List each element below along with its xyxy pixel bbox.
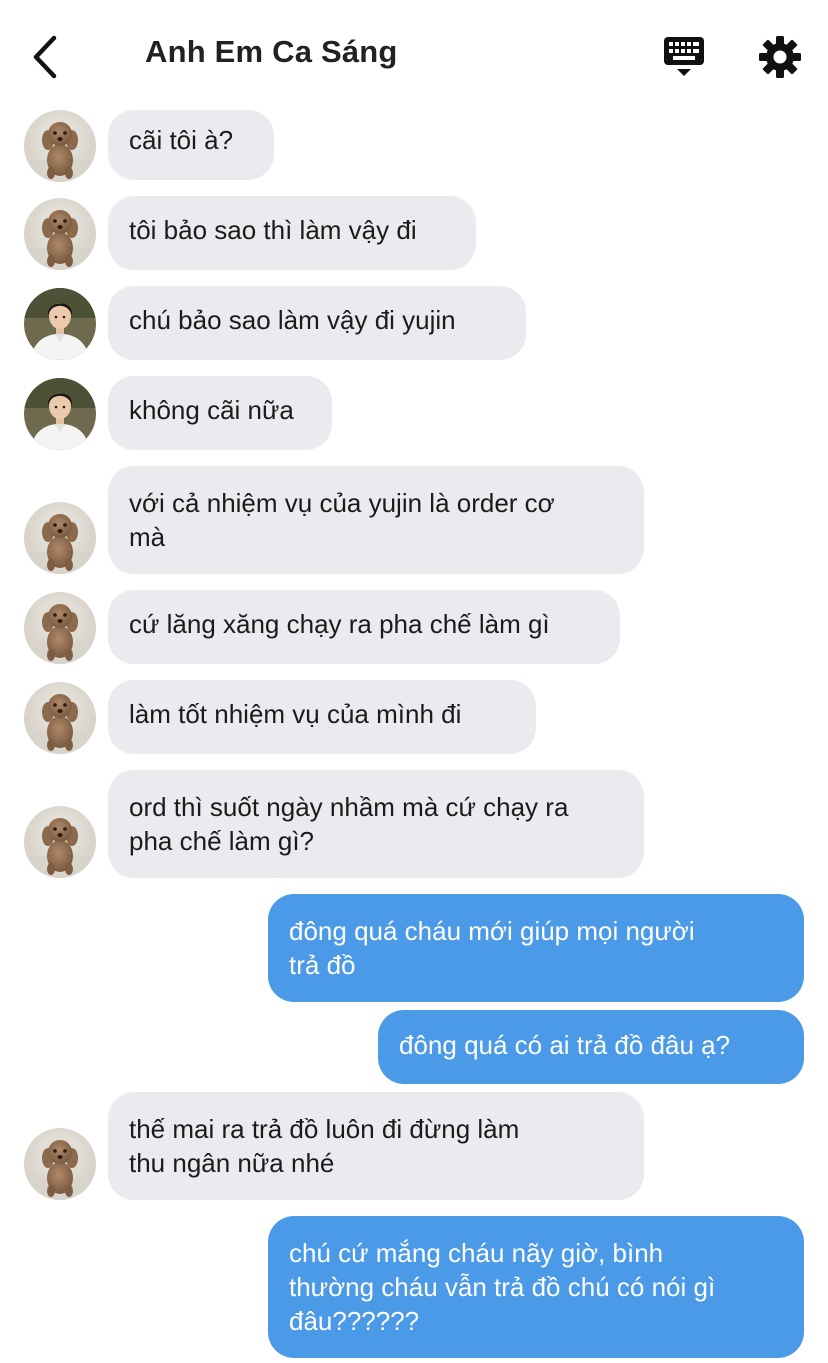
- back-button[interactable]: [22, 30, 70, 84]
- poodle-avatar[interactable]: [24, 110, 96, 182]
- message-bubble-outgoing[interactable]: đông quá có ai trả đồ đâu ạ?: [378, 1010, 804, 1084]
- chat-title: Anh Em Ca Sáng: [145, 34, 398, 69]
- keyboard-button[interactable]: [660, 34, 708, 80]
- message-bubble-incoming[interactable]: chú bảo sao làm vậy đi yujin: [108, 286, 526, 360]
- message-bubble-outgoing[interactable]: đông quá cháu mới giúp mọi người trả đồ: [268, 894, 804, 1002]
- message-bubble-outgoing[interactable]: chú cứ mắng cháu nãy giờ, bình thường ch…: [268, 1216, 804, 1358]
- poodle-avatar[interactable]: [24, 592, 96, 664]
- gear-icon: [759, 36, 801, 78]
- person-avatar-image: [24, 378, 96, 450]
- message-bubble-incoming[interactable]: không cãi nữa: [108, 376, 332, 450]
- keyboard-icon: [664, 37, 704, 76]
- person-avatar[interactable]: [24, 288, 96, 360]
- poodle-avatar-image: [24, 682, 96, 754]
- chevron-left-icon: [33, 35, 57, 79]
- person-avatar[interactable]: [24, 378, 96, 450]
- poodle-avatar-image: [24, 198, 96, 270]
- settings-button[interactable]: [757, 34, 803, 80]
- chat-header: Anh Em Ca Sáng: [0, 0, 828, 110]
- message-bubble-incoming[interactable]: với cả nhiệm vụ của yujin là order cơ mà: [108, 466, 644, 574]
- poodle-avatar-image: [24, 502, 96, 574]
- poodle-avatar[interactable]: [24, 198, 96, 270]
- person-avatar-image: [24, 288, 96, 360]
- poodle-avatar-image: [24, 592, 96, 664]
- message-bubble-incoming[interactable]: tôi bảo sao thì làm vậy đi: [108, 196, 476, 270]
- poodle-avatar[interactable]: [24, 502, 96, 574]
- poodle-avatar[interactable]: [24, 806, 96, 878]
- message-bubble-incoming[interactable]: làm tốt nhiệm vụ của mình đi: [108, 680, 536, 754]
- poodle-avatar[interactable]: [24, 1128, 96, 1200]
- poodle-avatar[interactable]: [24, 682, 96, 754]
- poodle-avatar-image: [24, 110, 96, 182]
- poodle-avatar-image: [24, 806, 96, 878]
- poodle-avatar-image: [24, 1128, 96, 1200]
- message-bubble-incoming[interactable]: cứ lăng xăng chạy ra pha chế làm gì: [108, 590, 620, 664]
- message-bubble-incoming[interactable]: ord thì suốt ngày nhầm mà cứ chạy ra pha…: [108, 770, 644, 878]
- message-bubble-incoming[interactable]: thế mai ra trả đồ luôn đi đừng làm thu n…: [108, 1092, 644, 1200]
- message-bubble-incoming[interactable]: cãi tôi à?: [108, 110, 274, 180]
